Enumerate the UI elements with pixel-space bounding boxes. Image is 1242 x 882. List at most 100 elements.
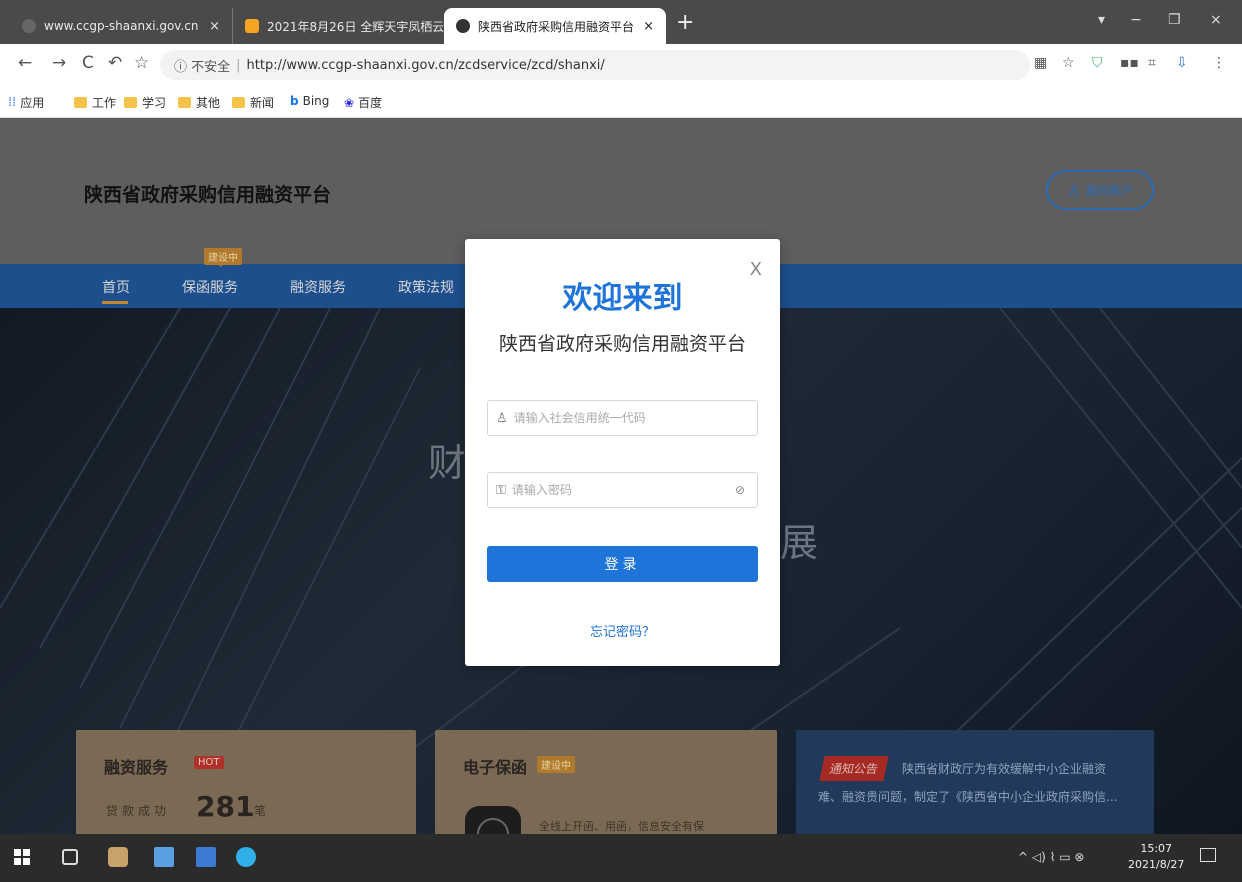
e-guarantee-card-title: 电子保函 [463, 758, 528, 777]
clock[interactable]: 15:07 2021/8/27 [1128, 841, 1184, 873]
app-icon[interactable] [154, 847, 174, 867]
globe-icon [456, 19, 470, 33]
hero-text-right: 展 [780, 521, 819, 565]
windows-start-icon[interactable] [12, 847, 32, 867]
browser-tab[interactable]: www.ccgp-shaanxi.gov.cn × [10, 8, 232, 44]
bookmark-label: Bing [302, 94, 330, 108]
password-field[interactable]: ⚿ ⊘ [487, 472, 758, 508]
tab-strip: www.ccgp-shaanxi.gov.cn × 2021年8月26日 全辉天… [0, 0, 1242, 44]
guarantee-app-icon [465, 806, 521, 834]
folder-icon [178, 97, 191, 108]
apps-icon: ⁞⁞ [8, 95, 17, 110]
clock-time: 15:07 [1140, 842, 1173, 855]
bookmark-folder-other[interactable]: 其他 [178, 94, 220, 111]
star-icon[interactable]: ☆ [1062, 55, 1075, 71]
crop-icon[interactable]: ⌗ [1148, 55, 1156, 71]
bookmark-bing[interactable]: b Bing [290, 94, 329, 108]
login-button[interactable]: 登录 [487, 546, 758, 582]
tab-close-icon[interactable]: × [201, 19, 220, 34]
folder-icon [74, 97, 87, 108]
extensions-icon[interactable]: ▪▪ [1120, 55, 1139, 71]
bookmark-label: 新闻 [250, 96, 275, 110]
address-separator: | [236, 57, 241, 73]
financing-card-title: 融资服务 [104, 758, 169, 777]
qr-code-icon[interactable]: ▦ [1034, 55, 1047, 71]
guarantee-description: 全线上开函、用函，信息安全有保 [539, 820, 704, 833]
bookmark-label: 应用 [20, 96, 45, 110]
bookmark-label: 其他 [196, 96, 221, 110]
e-guarantee-card[interactable]: 电子保函 建设中 全线上开函、用函，信息安全有保 [435, 730, 777, 834]
welcome-heading: 欢迎来到 [562, 281, 683, 316]
bookmark-folder-study[interactable]: 学习 [124, 94, 166, 111]
nav-item-financing[interactable]: 融资服务 [290, 277, 346, 297]
under-construction-badge: 建设中 [204, 248, 242, 267]
browser-tab[interactable]: 2021年8月26日 全辉天宇凤栖云 × [232, 8, 444, 44]
dropdown-icon[interactable]: ▾ [1098, 12, 1105, 28]
maximize-icon[interactable]: ❐ [1168, 12, 1181, 28]
loan-count: 281 [196, 790, 255, 823]
under-construction-badge: 建设中 [537, 756, 575, 773]
notice-text-line1[interactable]: 陕西省财政厅为有效缓解中小企业融资 [902, 760, 1106, 777]
folder-icon [232, 97, 245, 108]
forward-icon[interactable]: → [52, 53, 66, 73]
browser-toolbar: ← → C ↶ ☆ ⓘ 不安全 | http://www.ccgp-shaanx… [0, 44, 1242, 86]
notice-tag: 通知公告 [819, 756, 889, 781]
loan-unit: 笔 [254, 804, 267, 818]
credit-code-input[interactable] [513, 411, 724, 425]
notification-icon[interactable] [1200, 848, 1216, 862]
minimize-icon[interactable]: − [1130, 12, 1142, 28]
bookmark-folder-news[interactable]: 新闻 [232, 94, 274, 111]
forgot-password-link[interactable]: 忘记密码？ [465, 621, 780, 640]
my-account-button[interactable]: ♙ 我的账户 [1046, 170, 1154, 210]
bookmark-folder-work[interactable]: 工作 [74, 94, 116, 111]
nav-item-home[interactable]: 首页 [102, 277, 130, 297]
tab-title: 陕西省政府采购信用融资平台 [478, 19, 635, 34]
tab-title: www.ccgp-shaanxi.gov.cn [44, 19, 199, 33]
tab-close-icon[interactable]: × [635, 19, 654, 34]
my-account-label: 我的账户 [1085, 183, 1134, 198]
bookmark-label: 工作 [92, 96, 117, 110]
clock-date: 2021/8/27 [1128, 858, 1185, 871]
shield-icon[interactable]: ⛉ [1092, 55, 1103, 71]
globe-icon [22, 19, 36, 33]
credit-code-field[interactable]: ♙ [487, 400, 758, 436]
browser-icon[interactable] [236, 847, 256, 867]
login-dialog: X 欢迎来到 陕西省政府采购信用融资平台 ♙ ⚿ ⊘ 登录 忘记密码？ [465, 239, 780, 666]
bookmark-star-icon[interactable]: ☆ [134, 53, 149, 73]
notice-card[interactable]: 通知公告 陕西省财政厅为有效缓解中小企业融资 难、融资贵问题，制定了《陕西省中小… [796, 730, 1154, 834]
reload-icon[interactable]: C [82, 53, 94, 73]
file-explorer-icon[interactable] [196, 847, 216, 867]
browser-tab-active[interactable]: 陕西省政府采购信用融资平台 × [444, 8, 666, 44]
site-title: 陕西省政府采购信用融资平台 [84, 184, 332, 206]
security-indicator[interactable]: ⓘ 不安全 [174, 56, 230, 75]
app-icon[interactable] [108, 847, 128, 867]
menu-icon[interactable]: ⋮ [1212, 55, 1226, 71]
url-text[interactable]: http://www.ccgp-shaanxi.gov.cn/zcdservic… [247, 58, 605, 73]
bookmark-apps[interactable]: ⁞⁞ 应用 [8, 94, 44, 111]
download-icon[interactable]: ⇩ [1176, 55, 1188, 71]
nav-item-policy[interactable]: 政策法规 [398, 277, 454, 297]
bookmarks-bar: ⁞⁞ 应用 工作 学习 其他 新闻 b Bing ❀ 百度 [0, 86, 1242, 118]
document-icon [245, 19, 259, 33]
back-icon[interactable]: ← [18, 53, 32, 73]
task-view-icon[interactable] [62, 849, 78, 865]
notice-text-line2[interactable]: 难、融资贵问题，制定了《陕西省中小企业政府采购信... [818, 788, 1117, 805]
system-tray[interactable]: ^ ◁) ⌇ ▭ ⊗ [1018, 850, 1084, 864]
user-icon: ♙ [496, 410, 508, 426]
baidu-icon: ❀ [344, 95, 355, 110]
financing-card[interactable]: 融资服务 HOT 贷款成功 281 笔 [76, 730, 416, 834]
new-tab-button[interactable]: + [676, 12, 694, 34]
tab-title: 2021年8月26日 全辉天宇凤栖云 [267, 19, 444, 34]
platform-name: 陕西省政府采购信用融资平台 [498, 333, 746, 355]
folder-icon [124, 97, 137, 108]
password-input[interactable] [511, 483, 722, 497]
lock-icon: ⚿ [496, 482, 506, 498]
eye-off-icon[interactable]: ⊘ [735, 483, 745, 497]
undo-icon[interactable]: ↶ [108, 53, 122, 73]
nav-item-guarantee[interactable]: 保函服务 [182, 277, 238, 297]
user-icon: ♙ [1066, 180, 1082, 200]
close-window-icon[interactable]: × [1210, 12, 1222, 28]
bookmark-baidu[interactable]: ❀ 百度 [344, 94, 382, 111]
address-bar[interactable]: ⓘ 不安全 | http://www.ccgp-shaanxi.gov.cn/z… [160, 50, 1030, 80]
bookmark-label: 学习 [142, 96, 167, 110]
